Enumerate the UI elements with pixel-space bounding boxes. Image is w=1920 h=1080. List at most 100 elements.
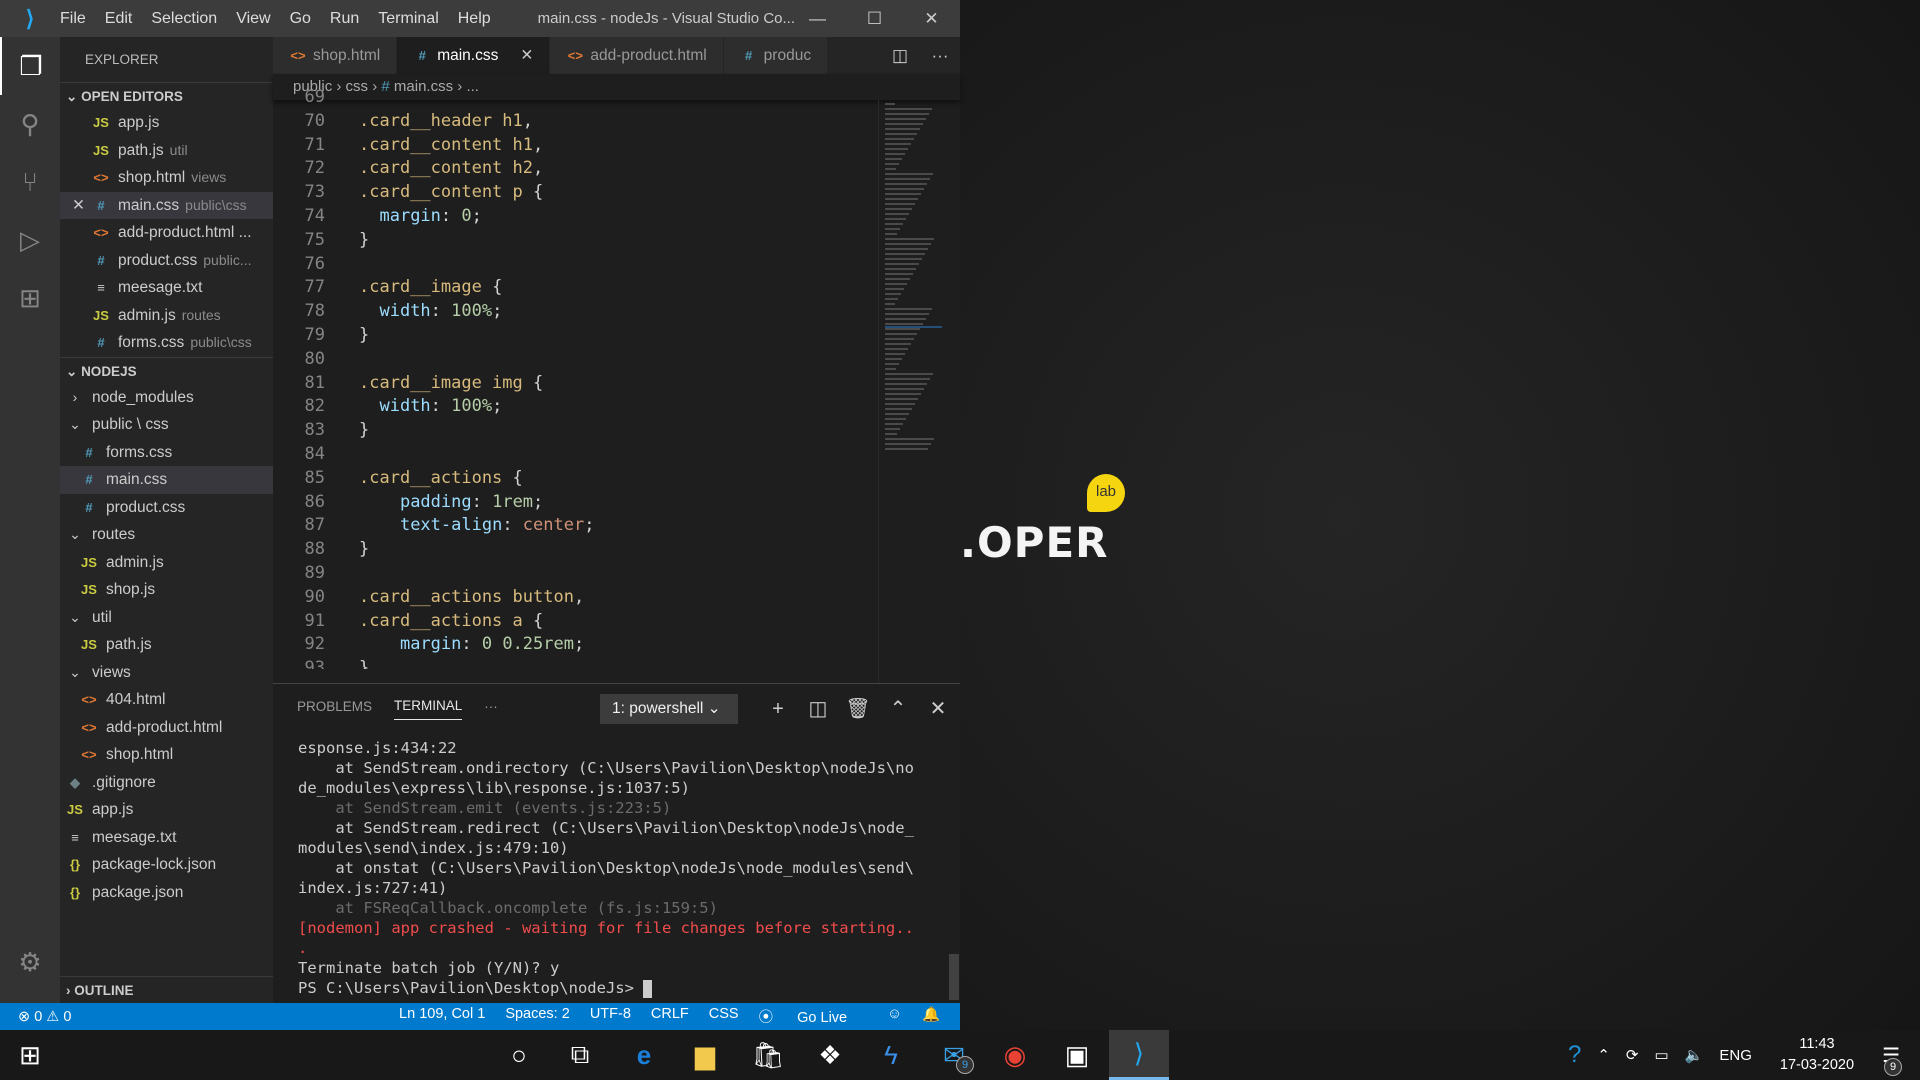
outline-section[interactable]: › OUTLINE xyxy=(60,976,273,1003)
notifications-bell-icon[interactable]: 🔔 xyxy=(922,1006,940,1027)
help-icon[interactable]: ? xyxy=(1568,1041,1581,1069)
app-icon[interactable]: ▣ xyxy=(1047,1030,1107,1080)
extensions-icon[interactable]: ⊞ xyxy=(0,269,60,327)
visual-studio-icon[interactable]: ϟ xyxy=(861,1030,921,1080)
source-control-icon[interactable]: ⑂ xyxy=(0,153,60,211)
tree-file[interactable]: {} package.json xyxy=(60,879,273,907)
menu-selection[interactable]: Selection xyxy=(151,10,217,27)
chrome-icon[interactable]: ◉ xyxy=(985,1030,1045,1080)
mail-icon[interactable]: ✉ 9 xyxy=(924,1030,984,1080)
open-editor-item[interactable]: # product.css public... xyxy=(60,247,273,275)
explorer-icon[interactable]: ❐ xyxy=(0,37,60,95)
tree-file[interactable]: <> 404.html xyxy=(60,686,273,714)
feedback-icon[interactable]: ☺ xyxy=(887,1006,902,1027)
menu-file[interactable]: File xyxy=(60,10,86,27)
open-editor-item[interactable]: <> add-product.html ... xyxy=(60,219,273,247)
tree-file[interactable]: # product.css xyxy=(60,494,273,522)
task-view-icon[interactable]: ⧉ xyxy=(550,1030,610,1080)
minimize-button[interactable]: — xyxy=(789,0,846,37)
split-terminal-icon[interactable]: ◫ xyxy=(798,694,838,724)
open-editor-item[interactable]: ✕ # main.css public\css xyxy=(60,191,273,220)
tree-folder[interactable]: ⌄ public \ css xyxy=(60,411,273,439)
language-indicator[interactable]: ENG xyxy=(1719,1047,1752,1064)
open-editor-item[interactable]: <> shop.html views xyxy=(60,164,273,192)
menu-go[interactable]: Go xyxy=(290,10,311,27)
terminal-line: at SendStream.emit (events.js:223:5) xyxy=(298,799,672,817)
menu-edit[interactable]: Edit xyxy=(105,10,133,27)
run-debug-icon[interactable]: ▷ xyxy=(0,211,60,269)
close-icon[interactable]: ✕ xyxy=(72,192,90,220)
more-actions-icon[interactable]: ··· xyxy=(920,46,960,66)
close-tab-icon[interactable]: ✕ xyxy=(520,46,533,65)
dropbox-icon[interactable]: ❖ xyxy=(800,1030,860,1080)
tree-file[interactable]: <> shop.html xyxy=(60,741,273,769)
menu-help[interactable]: Help xyxy=(458,10,491,27)
open-editor-item[interactable]: JS app.js xyxy=(60,109,273,137)
store-icon[interactable]: 🛍 xyxy=(738,1030,798,1080)
tree-file[interactable]: # forms.css xyxy=(60,439,273,467)
terminal-prompt[interactable]: PS C:\Users\Pavilion\Desktop\nodeJs> xyxy=(298,978,918,998)
terminal-scrollbar[interactable] xyxy=(949,954,959,1000)
tab-problems[interactable]: PROBLEMS xyxy=(297,693,372,720)
code-editor[interactable]: 69 70 .card__header h1, 71 .card__content h1… xyxy=(273,86,878,669)
tree-file[interactable]: ≡ meesage.txt xyxy=(60,824,273,852)
volume-icon[interactable]: 🔈 xyxy=(1685,1046,1704,1064)
open-editor-item[interactable]: ≡ meesage.txt xyxy=(60,274,273,302)
chevron-up-icon[interactable]: ⌃ xyxy=(1597,1046,1610,1064)
maximize-panel-icon[interactable]: ⌃ xyxy=(878,694,918,724)
encoding[interactable]: UTF-8 xyxy=(590,1006,631,1027)
problems-status[interactable]: ⊗ 0 ⚠ 0 xyxy=(18,1009,71,1025)
menu-run[interactable]: Run xyxy=(330,10,359,27)
language-mode[interactable]: CSS xyxy=(709,1006,739,1027)
menu-terminal[interactable]: Terminal xyxy=(378,10,438,27)
tree-file[interactable]: JS admin.js xyxy=(60,549,273,577)
maximize-button[interactable]: ☐ xyxy=(846,0,903,37)
tree-file[interactable]: {} package-lock.json xyxy=(60,851,273,879)
open-editors-section[interactable]: ⌄ OPEN EDITORS xyxy=(60,82,273,109)
tree-folder[interactable]: › node_modules xyxy=(60,384,273,412)
battery-icon[interactable]: ▭ xyxy=(1655,1046,1669,1064)
tree-folder[interactable]: ⌄ util xyxy=(60,604,273,632)
tree-folder[interactable]: ⌄ views xyxy=(60,659,273,687)
sync-icon[interactable]: ⟳ xyxy=(1626,1046,1639,1064)
edge-icon[interactable]: e xyxy=(614,1030,674,1080)
tab-add-product-html[interactable]: <> add-product.html xyxy=(550,37,724,74)
tree-file[interactable]: # main.css xyxy=(60,466,273,494)
tree-file[interactable]: JS app.js xyxy=(60,796,273,824)
close-panel-icon[interactable]: ✕ xyxy=(918,694,958,724)
tab-shop-html[interactable]: <> shop.html xyxy=(273,37,398,74)
terminal-select[interactable]: 1: powershell ⌄ xyxy=(600,694,738,724)
windows-start-icon[interactable]: ⊞ xyxy=(0,1030,60,1080)
tree-file[interactable]: ◆ .gitignore xyxy=(60,769,273,797)
new-terminal-icon[interactable]: + xyxy=(758,694,798,724)
indentation[interactable]: Spaces: 2 xyxy=(505,1006,570,1027)
tab-main-css[interactable]: # main.css ✕ xyxy=(397,37,551,74)
go-live-button[interactable]: ⦿ Go Live xyxy=(759,1006,868,1027)
split-editor-icon[interactable]: ◫ xyxy=(880,46,920,66)
vscode-taskbar-icon[interactable]: ⟩ xyxy=(1109,1030,1169,1080)
terminal-output[interactable]: esponse.js:434:22 at SendStream.ondirect… xyxy=(298,738,918,998)
open-editor-item[interactable]: # forms.css public\css xyxy=(60,329,273,357)
project-section[interactable]: ⌄ NODEJS xyxy=(60,356,273,384)
menu-view[interactable]: View xyxy=(236,10,270,27)
file-explorer-icon[interactable]: ▆ xyxy=(675,1030,735,1080)
tree-file[interactable]: <> add-product.html xyxy=(60,714,273,742)
cortana-icon[interactable]: ○ xyxy=(489,1030,549,1080)
search-icon[interactable]: ⚲ xyxy=(0,95,60,153)
close-button[interactable]: ✕ xyxy=(903,0,960,37)
clock[interactable]: 11:43 17-03-2020 xyxy=(1780,1034,1854,1076)
panel-more-icon[interactable]: ··· xyxy=(484,693,498,720)
open-editor-item[interactable]: JS path.js util xyxy=(60,137,273,165)
tree-folder[interactable]: ⌄ routes xyxy=(60,521,273,549)
tab-terminal[interactable]: TERMINAL xyxy=(394,692,463,720)
trash-icon[interactable]: 🗑 xyxy=(838,694,878,724)
cursor-position[interactable]: Ln 109, Col 1 xyxy=(399,1006,485,1027)
gear-icon[interactable]: ⚙ xyxy=(0,933,60,991)
minimap-viewport[interactable] xyxy=(885,107,942,328)
line-ending[interactable]: CRLF xyxy=(651,1006,689,1027)
open-editor-item[interactable]: JS admin.js routes xyxy=(60,302,273,330)
tree-file[interactable]: JS shop.js xyxy=(60,576,273,604)
tree-file[interactable]: JS path.js xyxy=(60,631,273,659)
tab-produc[interactable]: # produc xyxy=(723,37,829,74)
notification-center-icon[interactable]: ☰ 9 xyxy=(1882,1043,1902,1076)
